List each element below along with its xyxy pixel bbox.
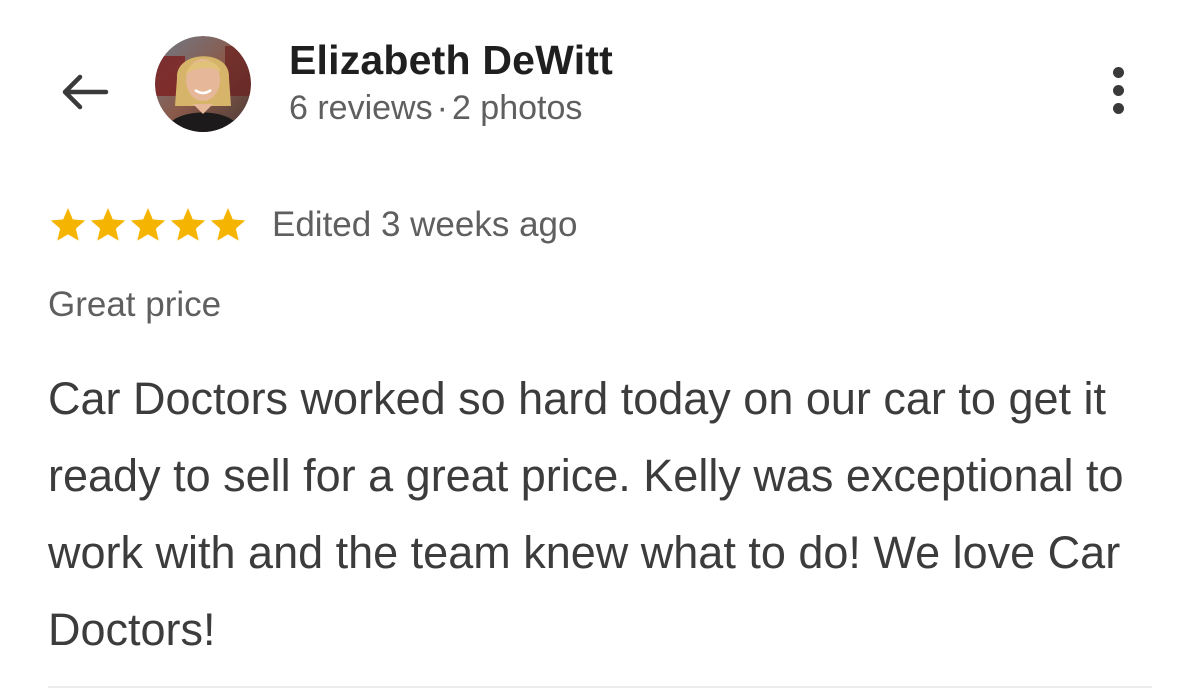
reviewer-meta: 6 reviews · 2 photos [289, 88, 613, 128]
reviews-count: 6 reviews [289, 89, 433, 127]
avatar[interactable] [155, 36, 251, 132]
meta-separator: · [436, 89, 448, 127]
reviewer-name[interactable]: Elizabeth DeWitt [289, 36, 613, 84]
review-text: Car Doctors worked so hard today on our … [48, 373, 1124, 655]
photos-count: 2 photos [451, 89, 583, 127]
star-icon [210, 208, 246, 241]
star-icon [90, 208, 126, 241]
more-vert-icon [1112, 66, 1124, 114]
edited-timestamp: Edited 3 weeks ago [272, 205, 578, 244]
reviewer-info[interactable]: Elizabeth DeWitt 6 reviews · 2 photos [289, 36, 613, 128]
review-tag: Great price [48, 285, 222, 324]
star-icon [170, 208, 206, 241]
star-icon [50, 208, 86, 241]
rating-row: Edited 3 weeks ago [48, 200, 577, 250]
more-options-button[interactable] [1098, 60, 1138, 120]
back-button[interactable] [52, 62, 116, 122]
divider [48, 686, 1152, 688]
avatar-photo [155, 36, 251, 132]
star-icon [130, 208, 166, 241]
arrow-left-icon [62, 74, 109, 110]
star-rating [48, 205, 248, 245]
